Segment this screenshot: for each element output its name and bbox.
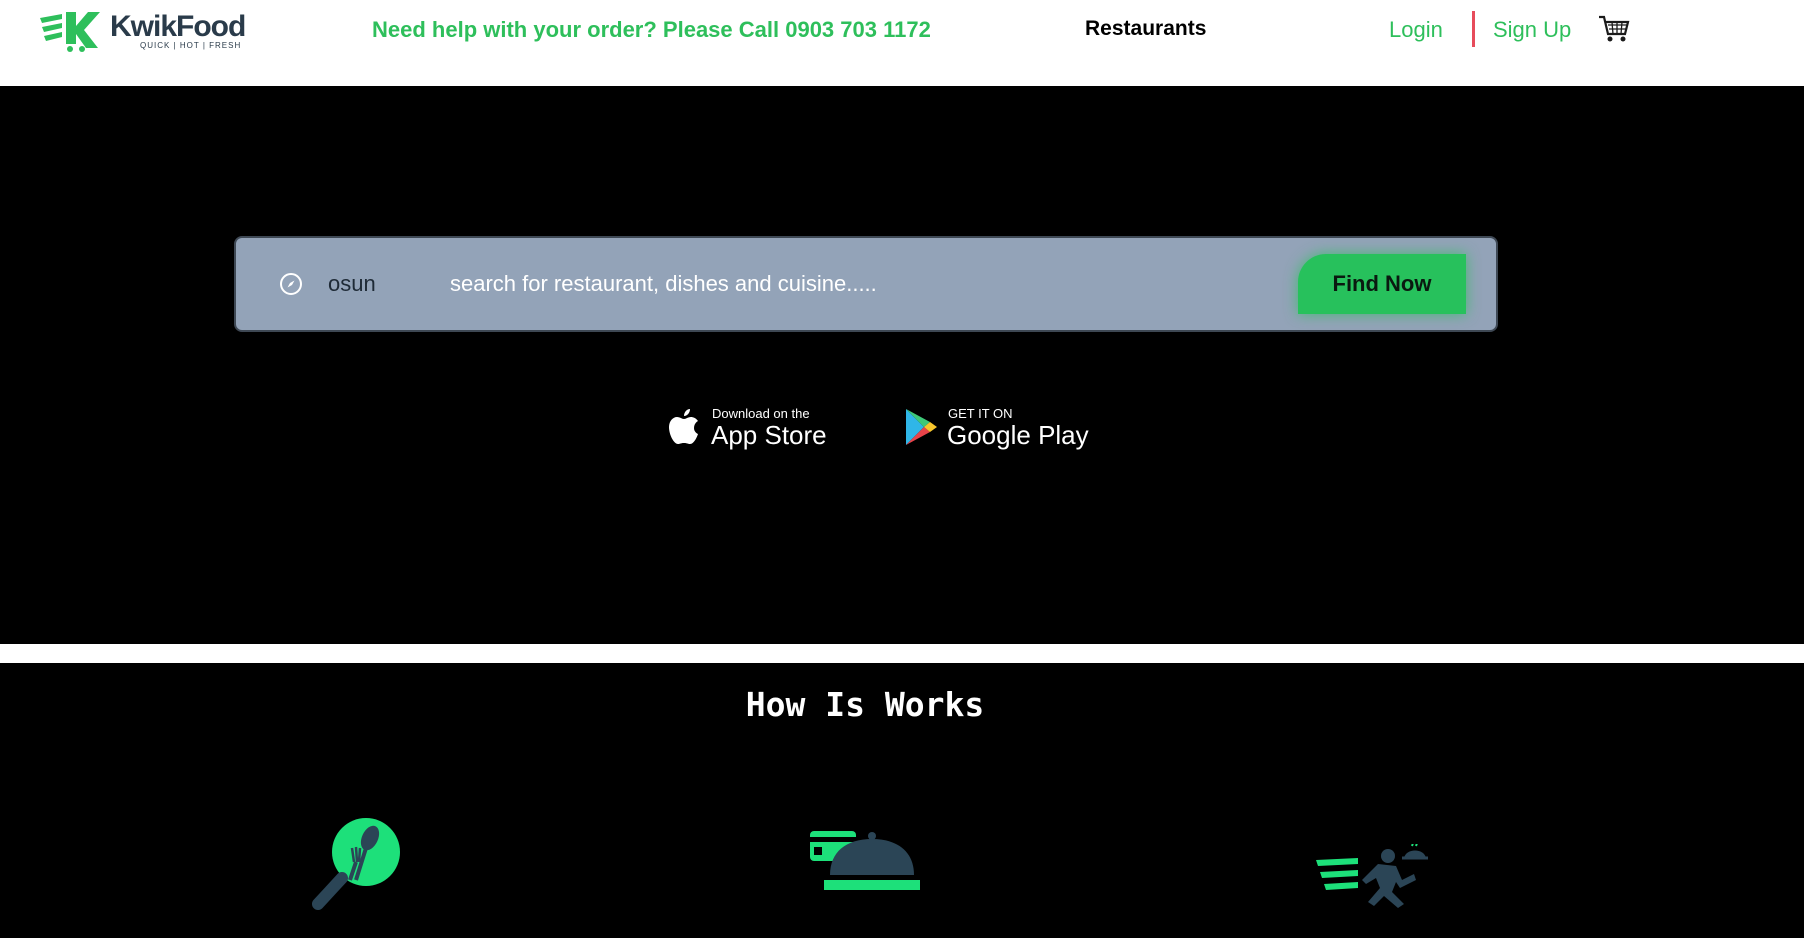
google-play-badge[interactable]: GET IT ON Google Play [902, 402, 1089, 452]
google-play-small-text: GET IT ON [948, 406, 1013, 421]
search-bar: Find Now [234, 236, 1498, 332]
app-store-small-text: Download on the [712, 406, 810, 421]
apple-icon [669, 409, 698, 444]
app-store-big-text: App Store [711, 420, 827, 450]
nav-restaurants-link[interactable]: Restaurants [1085, 17, 1206, 41]
logo-tagline: QUICK | HOT | FRESH [140, 41, 242, 50]
how-it-works-title: How Is Works [745, 685, 985, 724]
nav-divider [1472, 11, 1475, 47]
google-play-icon [906, 409, 937, 445]
find-now-button[interactable]: Find Now [1298, 254, 1466, 314]
payment-dish-icon [810, 831, 920, 890]
search-input[interactable] [450, 264, 1090, 304]
location-input[interactable] [328, 264, 428, 304]
delivery-runner-icon [1316, 844, 1428, 908]
search-food-icon [312, 818, 400, 910]
hero-section: Find Now Download on the App Store GET I… [0, 86, 1804, 644]
logo-name: KwikFood [110, 10, 246, 43]
cart-icon[interactable] [1598, 14, 1630, 44]
nav-signup-link[interactable]: Sign Up [1493, 17, 1571, 43]
help-phone-text: Need help with your order? Please Call 0… [372, 17, 931, 42]
nav-login-link[interactable]: Login [1389, 17, 1443, 43]
compass-icon [280, 273, 302, 295]
google-play-big-text: Google Play [947, 420, 1089, 450]
app-store-badge[interactable]: Download on the App Store [666, 402, 836, 452]
how-it-works-section: How Is Works [0, 663, 1804, 938]
kwikfood-logo[interactable]: KwikFood QUICK | HOT | FRESH [40, 10, 246, 52]
logo-mark-icon [40, 12, 100, 52]
site-header: KwikFood QUICK | HOT | FRESH Need help w… [0, 0, 1804, 86]
